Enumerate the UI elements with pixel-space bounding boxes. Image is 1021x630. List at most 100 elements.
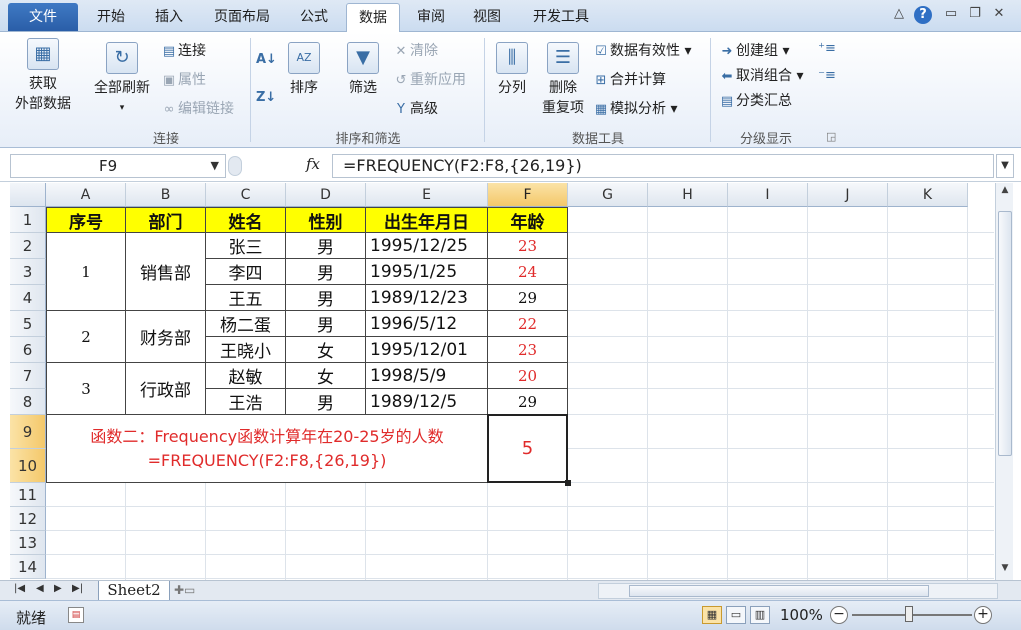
fill-handle[interactable] (565, 480, 571, 486)
column-header-a[interactable]: A (46, 183, 126, 207)
column-header-e[interactable]: E (366, 183, 488, 207)
gender-cell[interactable]: 女 (286, 337, 366, 363)
page-break-view-icon[interactable]: ▥ (750, 606, 770, 624)
birthdate-cell[interactable]: 1989/12/23 (366, 285, 488, 311)
row-header-1[interactable]: 1 (10, 207, 46, 233)
table-header-cell[interactable]: 年龄 (488, 207, 568, 233)
clear-button[interactable]: ✕ 清除 (392, 40, 438, 62)
gender-cell[interactable]: 男 (286, 285, 366, 311)
age-cell[interactable]: 24 (488, 259, 568, 285)
row-header-5[interactable]: 5 (10, 311, 46, 337)
age-cell[interactable]: 23 (488, 233, 568, 259)
macro-record-icon[interactable]: ▤ (68, 607, 84, 623)
name-cell[interactable]: 王五 (206, 285, 286, 311)
tab-data[interactable]: 数据 (346, 3, 400, 33)
group-number-cell[interactable]: 1 (46, 233, 126, 311)
department-cell[interactable]: 销售部 (126, 233, 206, 311)
tab-developer[interactable]: 开发工具 (522, 3, 600, 31)
name-cell[interactable]: 王浩 (206, 389, 286, 415)
insert-sheet-icon[interactable]: ✚▭ (174, 583, 198, 599)
normal-view-icon[interactable]: ▦ (702, 606, 722, 624)
zoom-out-icon[interactable]: − (830, 606, 848, 624)
column-header-f[interactable]: F (488, 183, 568, 207)
row-header-13[interactable]: 13 (10, 531, 46, 555)
reapply-button[interactable]: ↺ 重新应用 (392, 69, 466, 91)
row-header-10[interactable]: 10 (10, 449, 46, 483)
vertical-scroll-thumb[interactable] (998, 211, 1012, 456)
insert-function-icon[interactable]: fx (306, 155, 320, 173)
birthdate-cell[interactable]: 1995/1/25 (366, 259, 488, 285)
refresh-all-button[interactable]: ↻ 全部刷新 ▾ (86, 42, 158, 118)
table-header-cell[interactable]: 姓名 (206, 207, 286, 233)
zoom-level[interactable]: 100% (780, 606, 823, 624)
table-header-cell[interactable]: 序号 (46, 207, 126, 233)
what-if-button[interactable]: ▦ 模拟分析 ▾ (592, 98, 678, 120)
scroll-down-icon[interactable]: ▼ (998, 563, 1012, 577)
birthdate-cell[interactable]: 1989/12/5 (366, 389, 488, 415)
row-header-14[interactable]: 14 (10, 555, 46, 579)
group-number-cell[interactable]: 2 (46, 311, 126, 363)
tab-page-layout[interactable]: 页面布局 (204, 3, 280, 31)
row-header-11[interactable]: 11 (10, 483, 46, 507)
get-external-data-button[interactable]: ▦ 获取 外部数据 (8, 38, 78, 114)
help-icon[interactable]: ? (914, 6, 932, 24)
zoom-in-icon[interactable]: + (974, 606, 992, 624)
gender-cell[interactable]: 男 (286, 259, 366, 285)
department-cell[interactable]: 行政部 (126, 363, 206, 415)
gender-cell[interactable]: 男 (286, 233, 366, 259)
subtotal-button[interactable]: ▤ 分类汇总 (718, 90, 792, 112)
tab-review[interactable]: 审阅 (408, 3, 454, 31)
age-cell[interactable]: 29 (488, 285, 568, 311)
horizontal-scrollbar[interactable] (598, 583, 998, 599)
last-sheet-icon[interactable]: ▶| (72, 583, 83, 594)
birthdate-cell[interactable]: 1998/5/9 (366, 363, 488, 389)
row-header-8[interactable]: 8 (10, 389, 46, 415)
column-header-i[interactable]: I (728, 183, 808, 207)
worksheet-grid[interactable]: A B C D E F G H I J K 1 2 3 4 5 6 7 8 9 10 11 12 13 14 序号 部门 姓名 性别 出生… (10, 183, 994, 580)
row-header-7[interactable]: 7 (10, 363, 46, 389)
show-detail-button[interactable]: ⁺≡ (818, 38, 836, 60)
dialog-launcher-icon[interactable]: ◲ (826, 130, 836, 143)
ribbon-minimize-icon[interactable]: △ (890, 6, 908, 21)
window-minimize-icon[interactable]: ▭ (942, 6, 960, 21)
name-cell[interactable]: 赵敏 (206, 363, 286, 389)
text-to-columns-button[interactable]: ⫼ 分列 (490, 42, 534, 98)
tab-insert[interactable]: 插入 (146, 3, 192, 31)
tab-view[interactable]: 视图 (464, 3, 510, 31)
prev-sheet-icon[interactable]: ◀ (36, 583, 44, 594)
window-close-icon[interactable]: ✕ (990, 6, 1008, 21)
birthdate-cell[interactable]: 1996/5/12 (366, 311, 488, 337)
ungroup-button[interactable]: ⬅ 取消组合 ▾ (718, 65, 804, 87)
remove-duplicates-button[interactable]: ☰ 删除 重复项 (538, 42, 588, 118)
sort-descending-button[interactable]: Z↓ (256, 86, 276, 108)
horizontal-scroll-thumb[interactable] (629, 585, 929, 597)
age-cell[interactable]: 29 (488, 389, 568, 415)
column-header-c[interactable]: C (206, 183, 286, 207)
first-sheet-icon[interactable]: |◀ (14, 583, 25, 594)
filter-button[interactable]: ▼ 筛选 (340, 42, 386, 98)
column-header-h[interactable]: H (648, 183, 728, 207)
column-header-d[interactable]: D (286, 183, 366, 207)
age-cell[interactable]: 22 (488, 311, 568, 337)
expand-formula-icon[interactable]: ▼ (996, 154, 1014, 178)
birthdate-cell[interactable]: 1995/12/25 (366, 233, 488, 259)
gender-cell[interactable]: 男 (286, 311, 366, 337)
row-header-2[interactable]: 2 (10, 233, 46, 259)
edit-links-button[interactable]: ∞ 编辑链接 (160, 98, 234, 120)
sheet-tab-sheet2[interactable]: Sheet2 (98, 581, 170, 601)
table-header-cell[interactable]: 性别 (286, 207, 366, 233)
page-layout-view-icon[interactable]: ▭ (726, 606, 746, 624)
row-header-3[interactable]: 3 (10, 259, 46, 285)
select-all-corner[interactable] (10, 183, 46, 207)
table-header-cell[interactable]: 部门 (126, 207, 206, 233)
name-cell[interactable]: 杨二蛋 (206, 311, 286, 337)
birthdate-cell[interactable]: 1995/12/01 (366, 337, 488, 363)
connections-button[interactable]: ▤ 连接 (160, 40, 206, 62)
properties-button[interactable]: ▣ 属性 (160, 69, 206, 91)
name-cell[interactable]: 李四 (206, 259, 286, 285)
hide-detail-button[interactable]: ⁻≡ (818, 65, 836, 87)
formula-input[interactable]: =FREQUENCY(F2:F8,{26,19}) (332, 154, 994, 178)
name-box[interactable]: F9 ▼ (10, 154, 226, 178)
consolidate-button[interactable]: ⊞ 合并计算 (592, 69, 666, 91)
tab-formulas[interactable]: 公式 (290, 3, 338, 31)
